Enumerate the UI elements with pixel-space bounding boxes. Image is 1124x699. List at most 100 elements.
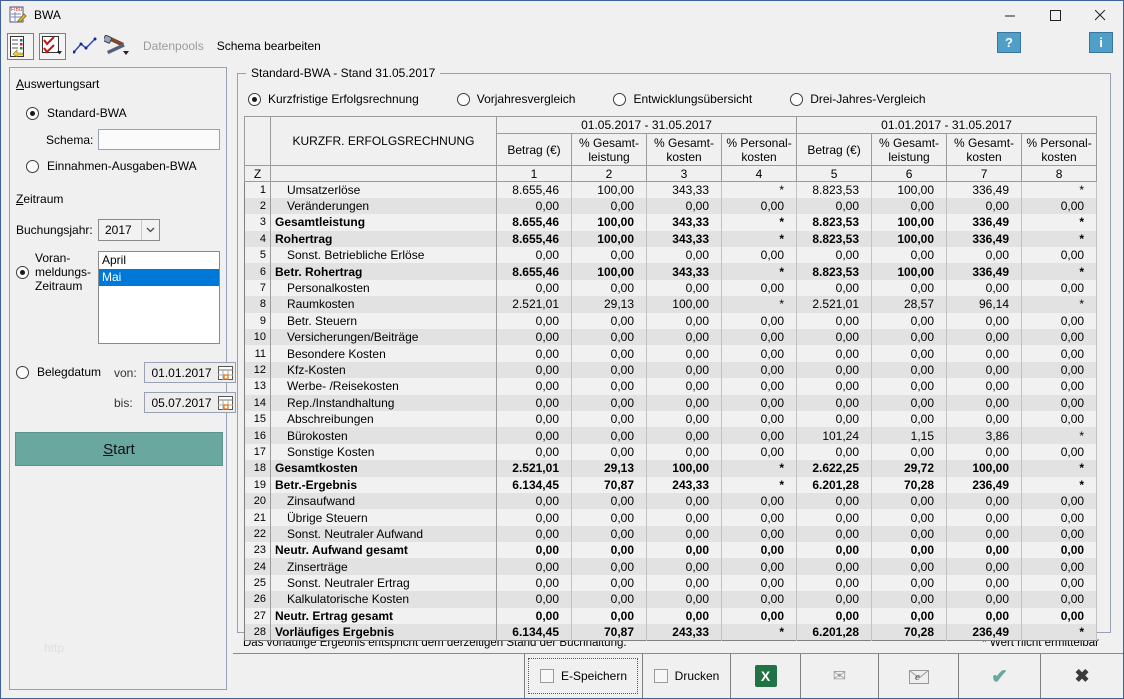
table-row[interactable]: 26Kalkulatorische Kosten0,000,000,000,00… — [245, 591, 1097, 607]
table-row[interactable]: 8Raumkosten2.521,0129,13100,00*2.521,012… — [245, 296, 1097, 312]
help-button[interactable]: ? — [997, 32, 1021, 53]
cell-value: 0,00 — [572, 378, 647, 394]
month-listbox[interactable]: April Mai — [98, 251, 220, 344]
row-number: 24 — [245, 558, 271, 574]
cell-value: 0,00 — [647, 362, 722, 378]
cell-value: 100,00 — [872, 214, 947, 230]
column-number: 2 — [572, 166, 647, 182]
table-row[interactable]: 9Betr. Steuern0,000,000,000,000,000,000,… — [245, 313, 1097, 329]
excel-export-button[interactable]: X — [730, 654, 800, 698]
radio-vorjahresvergleich[interactable]: Vorjahresvergleich — [457, 92, 576, 106]
radio-kurzfristige-erfolgsrechnung[interactable]: Kurzfristige Erfolgsrechnung — [248, 92, 419, 106]
table-row[interactable]: 12Kfz-Kosten0,000,000,000,000,000,000,00… — [245, 362, 1097, 378]
buchungsjahr-select[interactable]: 2017 — [98, 219, 160, 241]
table-row[interactable]: 2Veränderungen0,000,000,000,000,000,000,… — [245, 198, 1097, 214]
table-row[interactable]: 7Personalkosten0,000,000,000,000,000,000… — [245, 280, 1097, 296]
table-row[interactable]: 5Sonst. Betriebliche Erlöse0,000,000,000… — [245, 247, 1097, 263]
drucken-checkbox[interactable] — [654, 669, 668, 683]
cell-value: 0,00 — [572, 558, 647, 574]
chart-icon[interactable] — [71, 33, 98, 60]
schema-bearbeiten-button[interactable]: Schema bearbeiten — [217, 39, 321, 53]
start-button[interactable]: Start — [15, 432, 223, 466]
e-speichern-button[interactable]: E-Speichern — [524, 654, 642, 698]
bis-date-field[interactable]: 05.07.2017 — [144, 392, 236, 413]
row-label: Zinsaufwand — [271, 493, 497, 509]
row-number: 11 — [245, 345, 271, 361]
row-label: Veränderungen — [271, 198, 497, 214]
table-row[interactable]: 19Betr.-Ergebnis6.134,4570,87243,33*6.20… — [245, 477, 1097, 493]
email-button[interactable]: e — [878, 654, 958, 698]
cell-value: 0,00 — [947, 362, 1022, 378]
table-row[interactable]: 22Sonst. Neutraler Aufwand0,000,000,000,… — [245, 526, 1097, 542]
cell-value: 0,00 — [572, 542, 647, 558]
cell-value: 0,00 — [497, 591, 572, 607]
cell-value: 3,86 — [947, 427, 1022, 443]
cell-value: 0,00 — [647, 411, 722, 427]
cancel-button[interactable]: ✖ — [1040, 654, 1123, 698]
check-options-icon[interactable] — [39, 33, 66, 60]
radio-standard-bwa[interactable]: Standard-BWA — [26, 106, 226, 120]
table-row[interactable]: 10Versicherungen/Beiträge0,000,000,000,0… — [245, 329, 1097, 345]
close-icon[interactable] — [1078, 1, 1123, 29]
table-row[interactable]: 3Gesamtleistung8.655,46100,00343,33*8.82… — [245, 214, 1097, 230]
list-item-mai[interactable]: Mai — [99, 269, 219, 286]
x-icon: ✖ — [1074, 666, 1089, 687]
row-number: 20 — [245, 493, 271, 509]
maximize-icon[interactable] — [1033, 1, 1078, 29]
calendar-icon[interactable] — [218, 396, 233, 410]
table-row[interactable]: 17Sonstige Kosten0,000,000,000,000,000,0… — [245, 444, 1097, 460]
cell-value: * — [722, 460, 797, 476]
e-speichern-checkbox[interactable] — [540, 669, 554, 683]
table-row[interactable]: 18Gesamtkosten2.521,0129,13100,00*2.622,… — [245, 460, 1097, 476]
minimize-icon[interactable] — [988, 1, 1033, 29]
cell-value: 0,00 — [497, 329, 572, 345]
radio-voranmeldungszeitraum[interactable]: Voran- meldungs- Zeitraum — [16, 251, 98, 344]
ok-button[interactable]: ✔ — [958, 654, 1040, 698]
table-row[interactable]: 24Zinserträge0,000,000,000,000,000,000,0… — [245, 558, 1097, 574]
cell-value: 0,00 — [1022, 575, 1097, 591]
cell-value: 0,00 — [497, 526, 572, 542]
row-label: Neutr. Ertrag gesamt — [271, 608, 497, 624]
cell-value: 0,00 — [872, 542, 947, 558]
table-row[interactable]: 11Besondere Kosten0,000,000,000,000,000,… — [245, 345, 1097, 361]
table-row[interactable]: 28Vorläufiges Ergebnis6.134,4570,87243,3… — [245, 624, 1097, 640]
von-date-field[interactable]: 01.01.2017 — [144, 362, 236, 383]
radio-drei-jahres-vergleich[interactable]: Drei-Jahres-Vergleich — [790, 92, 925, 106]
cell-value: 0,00 — [647, 329, 722, 345]
cell-value: 0,00 — [722, 542, 797, 558]
groupbox-title: Standard-BWA - Stand 31.05.2017 — [246, 66, 440, 80]
radio-entwicklungsuebersicht[interactable]: Entwicklungsübersicht — [613, 92, 752, 106]
table-row[interactable]: 13Werbe- /Reisekosten0,000,000,000,000,0… — [245, 378, 1097, 394]
table-row[interactable]: 16Bürokosten0,000,000,000,00101,241,153,… — [245, 427, 1097, 443]
table-row[interactable]: 21Übrige Steuern0,000,000,000,000,000,00… — [245, 509, 1097, 525]
info-button[interactable]: i — [1089, 32, 1113, 53]
row-number: 18 — [245, 460, 271, 476]
table-row[interactable]: 6Betr. Rohertrag8.655,46100,00343,33*8.8… — [245, 263, 1097, 279]
table-row[interactable]: 23Neutr. Aufwand gesamt0,000,000,000,000… — [245, 542, 1097, 558]
drucken-button[interactable]: Drucken — [642, 654, 730, 698]
tools-icon[interactable] — [103, 33, 130, 60]
watermark-text: http — [44, 641, 64, 655]
table-row[interactable]: 20Zinsaufwand0,000,000,000,000,000,000,0… — [245, 493, 1097, 509]
mail-button[interactable]: ✉ — [800, 654, 878, 698]
table-row[interactable]: 1Umsatzerlöse8.655,46100,00343,33*8.823,… — [245, 182, 1097, 198]
cell-value: 0,00 — [572, 198, 647, 214]
schema-input[interactable] — [98, 129, 220, 150]
radio-belegdatum[interactable]: Belegdatum — [16, 365, 101, 379]
cell-value: 0,00 — [947, 329, 1022, 345]
table-row[interactable]: 25Sonst. Neutraler Ertrag0,000,000,000,0… — [245, 575, 1097, 591]
titlebar: FIBU BWA — [1, 1, 1123, 29]
row-label: Betr.-Ergebnis — [271, 477, 497, 493]
cell-value: 0,00 — [872, 526, 947, 542]
table-row[interactable]: 27Neutr. Ertrag gesamt0,000,000,000,000,… — [245, 608, 1097, 624]
table-row[interactable]: 15Abschreibungen0,000,000,000,000,000,00… — [245, 411, 1097, 427]
table-row[interactable]: 14Rep./Instandhaltung0,000,000,000,000,0… — [245, 395, 1097, 411]
cell-value: 0,00 — [797, 575, 872, 591]
radio-einnahmen-ausgaben-bwa[interactable]: Einnahmen-Ausgaben-BWA — [26, 159, 226, 173]
cell-value: 0,00 — [572, 591, 647, 607]
list-item-april[interactable]: April — [99, 252, 219, 269]
cell-value: 0,00 — [947, 247, 1022, 263]
table-row[interactable]: 4Rohertrag8.655,46100,00343,33*8.823,531… — [245, 231, 1097, 247]
calendar-icon[interactable] — [218, 366, 233, 380]
report-settings-icon[interactable] — [7, 33, 34, 60]
